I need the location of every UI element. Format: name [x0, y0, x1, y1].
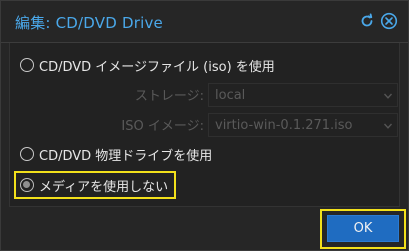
radio-circle[interactable]: [20, 147, 34, 161]
ok-button[interactable]: OK: [327, 215, 399, 242]
radio-circle[interactable]: [20, 58, 34, 72]
dialog-body: CD/DVD イメージファイル (iso) を使用 ストレージ: local I…: [9, 43, 400, 207]
iso-image-value: virtio-win-0.1.271.iso: [215, 118, 353, 133]
radio-use-physical-label: CD/DVD 物理ドライブを使用: [39, 148, 213, 164]
storage-label: ストレージ:: [134, 89, 204, 104]
close-icon[interactable]: [380, 12, 398, 30]
radio-no-media-label: メディアを使用しない: [39, 179, 169, 195]
radio-no-media[interactable]: メディアを使用しない: [14, 171, 176, 199]
radio-use-iso[interactable]: CD/DVD イメージファイル (iso) を使用: [20, 55, 275, 75]
storage-value: local: [215, 88, 246, 103]
radio-use-physical[interactable]: CD/DVD 物理ドライブを使用: [20, 144, 212, 164]
chevron-down-icon[interactable]: [383, 121, 393, 131]
edit-cd-dvd-dialog: 編集: CD/DVD Drive CD/DVD イメージファイル (iso) を…: [0, 0, 409, 251]
radio-circle-checked[interactable]: [20, 178, 34, 192]
reset-icon[interactable]: [358, 12, 376, 30]
iso-image-combobox[interactable]: virtio-win-0.1.271.iso: [208, 113, 398, 137]
chevron-down-icon[interactable]: [383, 91, 393, 101]
iso-image-label: ISO イメージ:: [121, 119, 204, 134]
dialog-titlebar: 編集: CD/DVD Drive: [1, 1, 408, 43]
storage-combobox[interactable]: local: [208, 83, 398, 107]
dialog-title: 編集: CD/DVD Drive: [15, 14, 163, 32]
radio-use-iso-label: CD/DVD イメージファイル (iso) を使用: [39, 59, 275, 75]
